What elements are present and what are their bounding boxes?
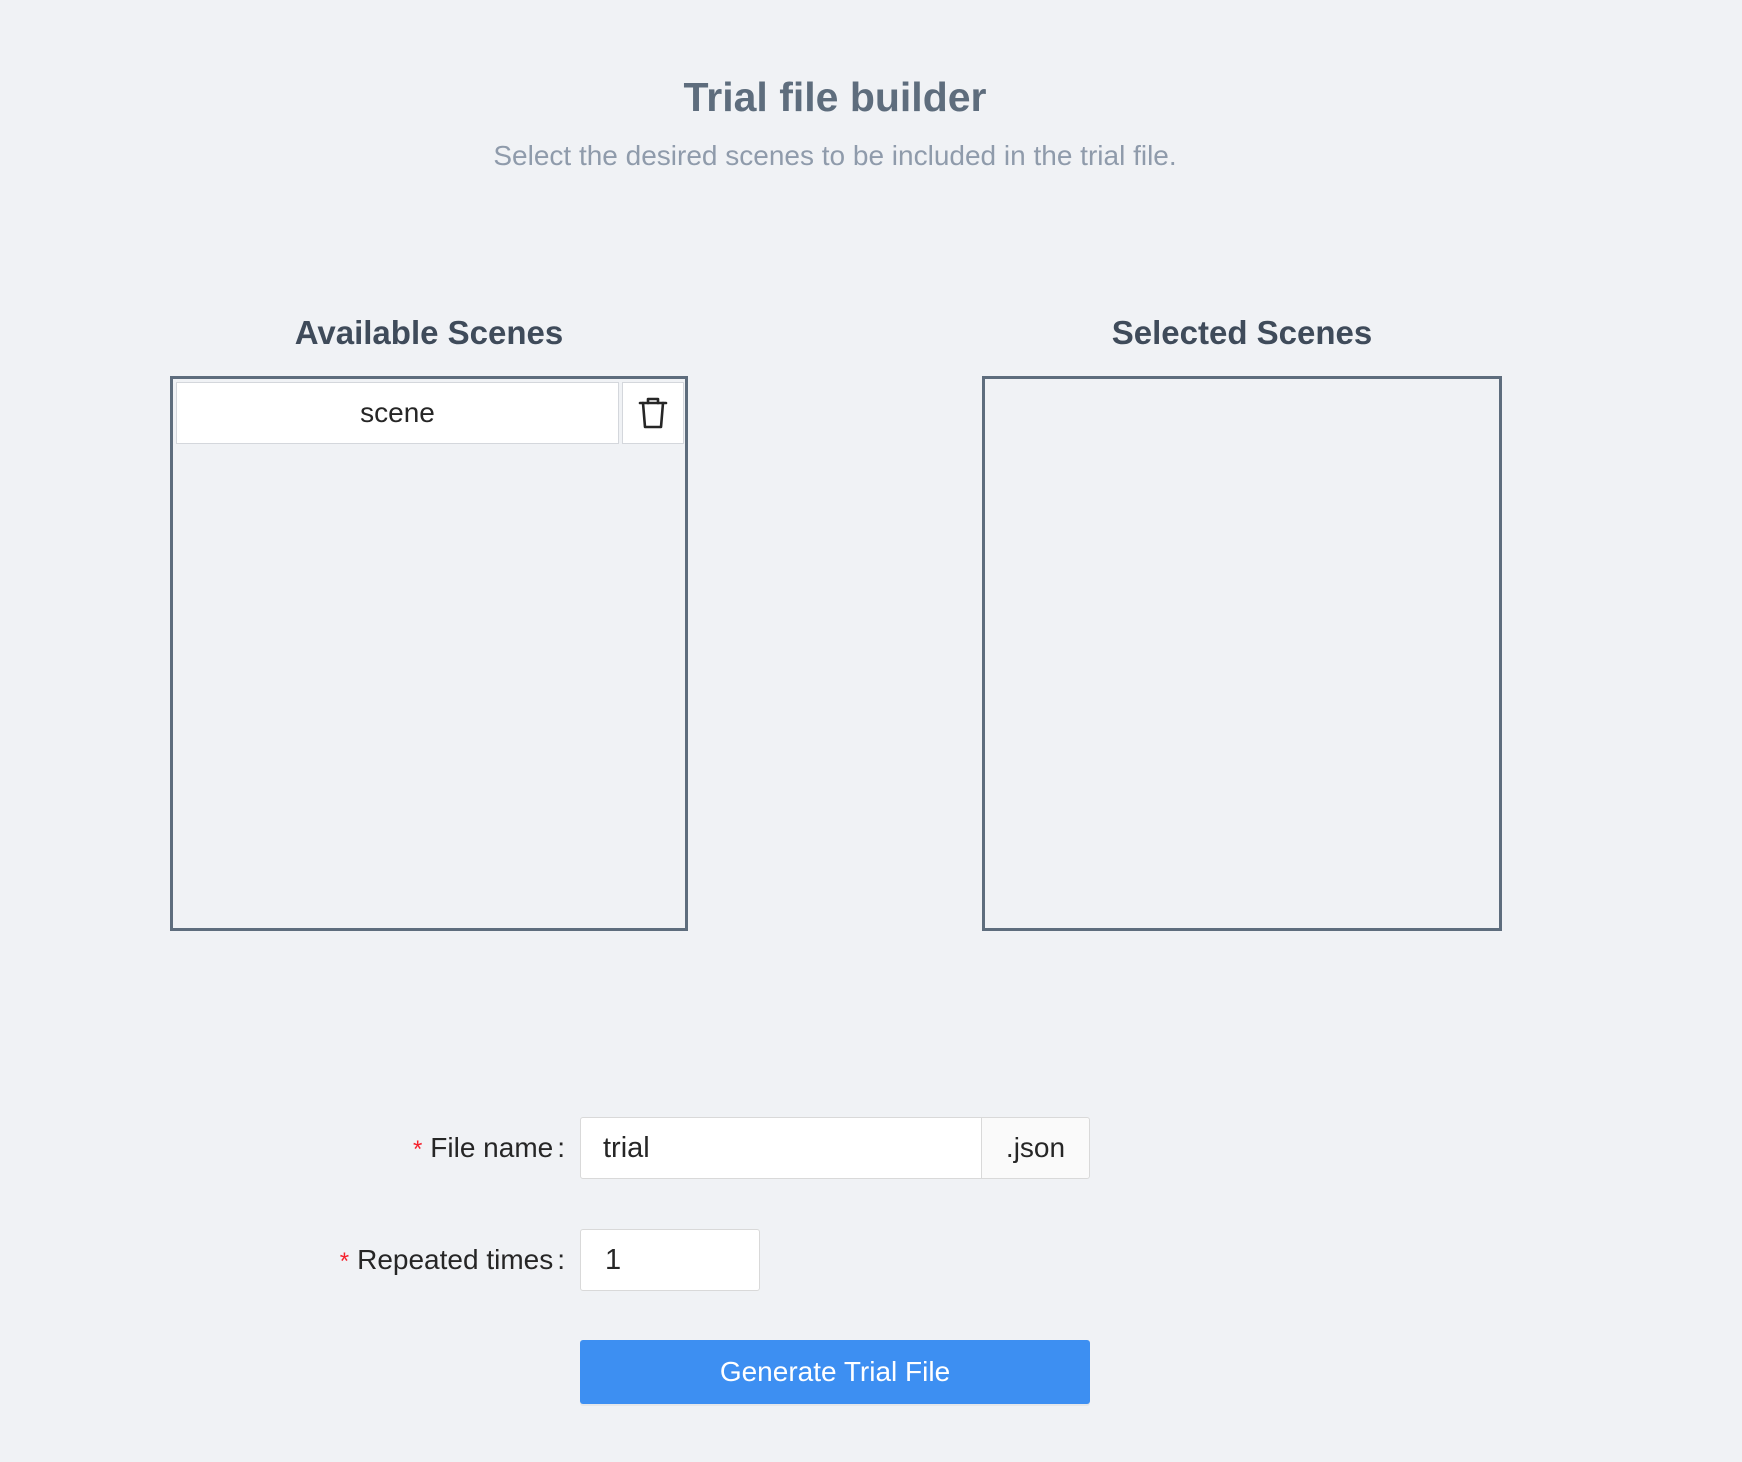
page-title: Trial file builder <box>683 74 987 120</box>
generate-trial-file-button[interactable]: Generate Trial File <box>580 1340 1090 1404</box>
page-subtitle: Select the desired scenes to be included… <box>493 140 1177 171</box>
required-mark: * <box>412 1136 423 1163</box>
required-mark: * <box>339 1248 350 1275</box>
repeated-times-input[interactable] <box>580 1229 760 1291</box>
file-extension-addon: .json <box>981 1117 1090 1179</box>
file-name-label-text: File name <box>430 1132 554 1163</box>
file-name-input[interactable] <box>580 1117 982 1179</box>
available-scenes-list[interactable]: scene <box>170 376 688 931</box>
repeated-times-label-text: Repeated times <box>357 1244 554 1275</box>
label-colon: : <box>557 1244 565 1275</box>
available-scenes-heading: Available Scenes <box>294 314 564 351</box>
repeated-times-label: * Repeated times: <box>165 1229 565 1291</box>
selected-scenes-list[interactable] <box>982 376 1502 931</box>
label-colon: : <box>557 1132 565 1163</box>
available-scene-item[interactable]: scene <box>176 382 619 444</box>
file-name-label: * File name: <box>165 1117 565 1179</box>
trash-icon <box>638 397 668 429</box>
delete-scene-button[interactable] <box>622 382 684 444</box>
selected-scenes-heading: Selected Scenes <box>1111 314 1373 351</box>
